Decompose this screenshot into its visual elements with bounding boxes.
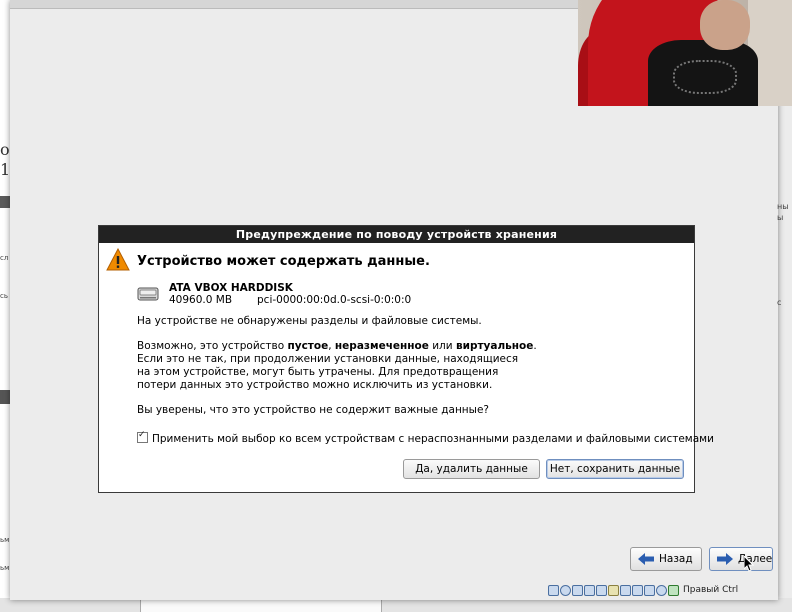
vm-status-bar: Правый Ctrl [548,583,738,597]
host-key-label: Правый Ctrl [683,585,739,595]
next-button[interactable]: Далее [709,547,773,571]
background-text: сл [0,254,9,262]
vm-top-strip [10,0,580,9]
desktop-background-right [776,104,792,612]
warning-paragraph-line2: Если это не так, при продолжении установ… [137,353,519,365]
apply-to-all-option[interactable]: Применить мой выбор ко всем устройствам … [137,430,714,445]
video-capture-status-icon[interactable] [632,584,643,596]
yes-delete-data-button[interactable]: Да, удалить данные [403,459,540,479]
mouse-integration-status-icon[interactable] [656,584,667,596]
back-button[interactable]: Назад [630,547,702,571]
warning-paragraph-line4: потери данных это устройство можно исклю… [137,379,493,391]
warning-icon [106,248,130,271]
warning-paragraph-line1: Возможно, это устройство пустое, неразме… [137,340,537,352]
storage-warning-dialog: Предупреждение по поводу устройств хране… [98,225,714,493]
apply-to-all-label: Применить мой выбор ко всем устройствам … [152,433,714,445]
disk-name: ATA VBOX HARDDISK [169,282,293,294]
shared-folders-status-icon[interactable] [608,584,619,596]
arrow-left-icon [638,553,654,565]
network-status-icon[interactable] [584,584,595,596]
harddisk-status-icon[interactable] [548,584,559,596]
apply-to-all-checkbox[interactable] [137,430,148,443]
dialog-heading: Устройство может содержать данные. [137,254,430,269]
confirmation-question: Вы уверены, что это устройство не содерж… [137,404,489,416]
no-keep-data-button[interactable]: Нет, сохранить данные [546,459,684,479]
audio-status-icon[interactable] [572,584,583,596]
background-text: с [777,298,782,307]
back-label: Назад [659,553,693,565]
mouse-cursor-icon [744,556,754,572]
emphasis-virtual: виртуальное [455,340,534,352]
background-text: ьм [0,564,10,572]
emphasis-unpartitioned: неразмеченное [334,340,429,352]
dialog-title: Предупреждение по поводу устройств хране… [99,226,694,243]
disk-size: 40960.0 MB [169,294,233,306]
desktop-background-bottom [0,598,792,612]
emphasis-empty: пустое [287,340,329,352]
webcam-overlay [578,0,792,106]
display-status-icon[interactable] [620,584,631,596]
virtualization-status-icon[interactable] [644,584,655,596]
background-text: ы [777,213,784,222]
no-partitions-text: На устройстве не обнаружены разделы и фа… [137,315,482,327]
arrow-right-icon [717,553,733,565]
keyboard-capture-icon[interactable] [668,584,679,596]
warning-paragraph-line3: на этом устройстве, могут быть утрачены.… [137,366,499,378]
background-text: сь [0,292,8,300]
background-text: ны [777,202,789,211]
harddisk-icon [137,287,159,301]
optical-drive-status-icon[interactable] [560,584,571,596]
background-window-fragment [140,598,382,612]
disk-path: pci-0000:00:0d.0-scsi-0:0:0:0 [257,294,412,306]
usb-status-icon[interactable] [596,584,607,596]
background-text: ьм [0,536,10,544]
